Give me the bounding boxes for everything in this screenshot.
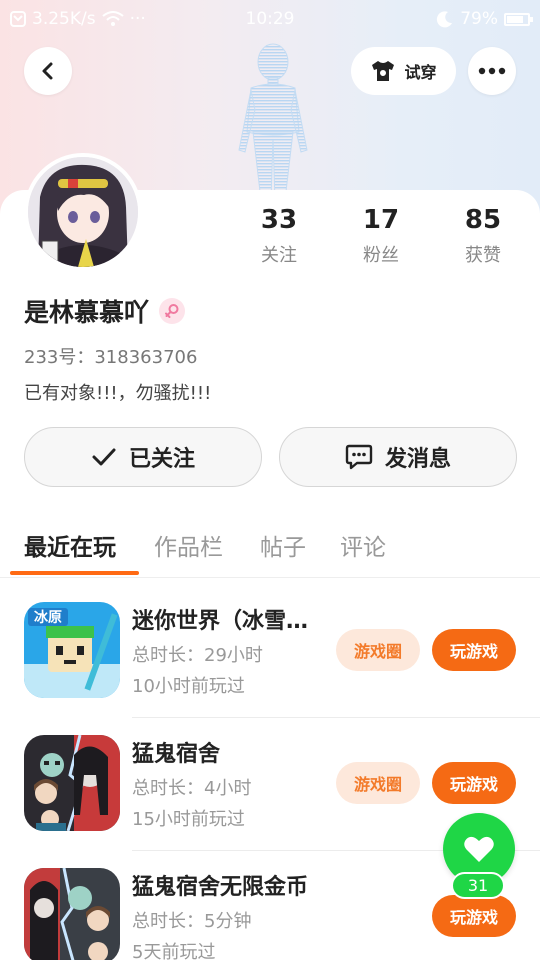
game-title: 迷你世界（冰雪… xyxy=(132,609,309,634)
tab-recently-played[interactable]: 最近在玩 xyxy=(24,528,116,562)
user-id: 233号：318363706 xyxy=(24,347,198,368)
send-message-label: 发消息 xyxy=(384,447,451,472)
check-icon xyxy=(92,448,116,466)
game-last-played: 10小时前玩过 xyxy=(132,676,245,697)
like-count: 31 xyxy=(451,872,505,899)
chat-bubble-icon xyxy=(345,444,373,470)
heart-icon xyxy=(464,836,494,862)
game-circle-button[interactable]: 游戏圈 xyxy=(336,629,420,671)
gender-badge xyxy=(159,298,186,324)
game-duration: 总时长：29小时 xyxy=(132,645,263,666)
game-last-played: 5天前玩过 xyxy=(132,942,216,960)
status-bar: 3.25K/s ··· 10:29 79% xyxy=(0,0,540,38)
stat-followers[interactable]: 17 粉丝 xyxy=(336,205,426,267)
shirt-icon xyxy=(372,61,395,81)
following-label: 关注 xyxy=(261,245,297,266)
username-row: 是林慕慕吖 xyxy=(24,293,186,329)
game-duration: 总时长：5分钟 xyxy=(132,911,252,932)
game-title: 猛鬼宿舍无限金币 xyxy=(132,875,309,900)
back-icon xyxy=(42,62,53,80)
ghost-dorm-icon xyxy=(24,735,120,831)
username: 是林慕慕吖 xyxy=(24,298,150,327)
tab-posts[interactable]: 帖子 xyxy=(260,528,306,562)
game-title: 猛鬼宿舍 xyxy=(132,742,221,767)
play-game-button[interactable]: 玩游戏 xyxy=(432,895,516,937)
likes-received-count: 85 xyxy=(464,205,502,235)
stat-following[interactable]: 33 关注 xyxy=(234,205,324,267)
game-duration: 总时长：4小时 xyxy=(132,778,252,799)
more-button[interactable] xyxy=(468,47,516,95)
ghost-dorm-coins-icon xyxy=(24,868,120,960)
send-message-button[interactable]: 发消息 xyxy=(279,427,517,487)
likes-received-label: 获赞 xyxy=(465,245,501,266)
followers-count: 17 xyxy=(362,205,400,235)
profile-tabs: 最近在玩 作品栏 帖子 评论 xyxy=(0,520,540,578)
game-last-played: 15小时前玩过 xyxy=(132,809,245,830)
followers-label: 粉丝 xyxy=(363,245,399,266)
avatar[interactable] xyxy=(24,153,142,271)
try-on-label: 试穿 xyxy=(404,63,437,82)
avatar-figure-silhouette xyxy=(238,43,308,200)
user-bio: 已有对象!!!，勿骚扰!!! xyxy=(24,383,212,404)
female-icon xyxy=(165,304,179,318)
following-count: 33 xyxy=(260,205,298,235)
game-circle-button[interactable]: 游戏圈 xyxy=(336,762,420,804)
mini-world-icon-text: 冰原 xyxy=(34,609,62,626)
more-icon xyxy=(478,67,506,75)
followed-button[interactable]: 已关注 xyxy=(24,427,262,487)
game-icon-ghost-dorm-coins[interactable] xyxy=(24,868,120,960)
play-game-button[interactable]: 玩游戏 xyxy=(432,629,516,671)
game-icon-mini-world[interactable]: 冰原 xyxy=(24,602,120,698)
status-time: 10:29 xyxy=(245,9,295,29)
tab-works[interactable]: 作品栏 xyxy=(154,528,223,562)
try-on-button[interactable]: 试穿 xyxy=(351,47,456,95)
back-button[interactable] xyxy=(24,47,72,95)
tab-comments[interactable]: 评论 xyxy=(340,528,386,562)
active-tab-indicator xyxy=(10,571,139,575)
list-item[interactable]: 冰原 迷你世界（冰雪… 总时长：29小时 10小时前玩过 游戏圈 玩游戏 xyxy=(0,585,540,718)
mini-world-icon: 冰原 xyxy=(24,602,120,698)
user-avatar-image xyxy=(28,157,138,267)
play-game-button[interactable]: 玩游戏 xyxy=(432,762,516,804)
battery-icon xyxy=(504,12,533,26)
stat-likes[interactable]: 85 获赞 xyxy=(438,205,528,267)
followed-label: 已关注 xyxy=(128,447,195,472)
game-icon-ghost-dorm[interactable] xyxy=(24,735,120,831)
